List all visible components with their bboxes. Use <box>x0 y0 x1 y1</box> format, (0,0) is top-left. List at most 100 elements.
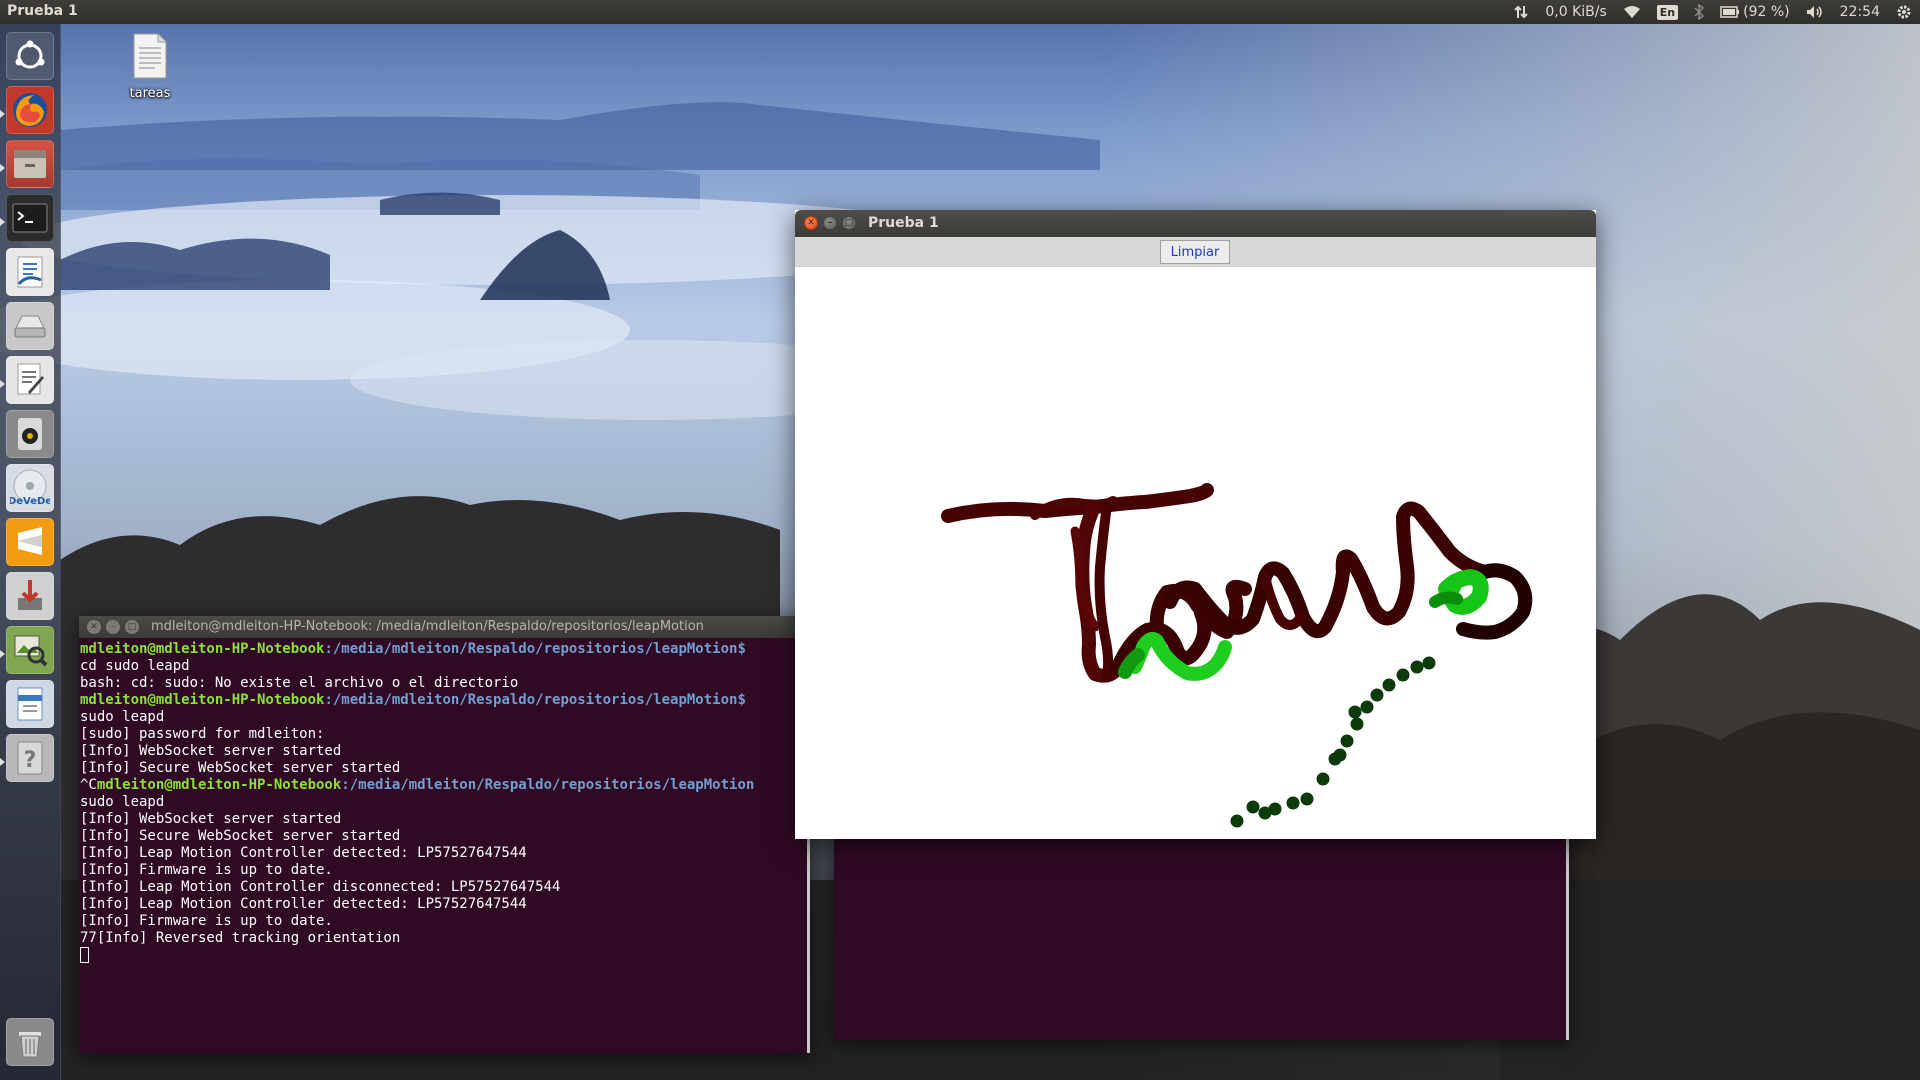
trail-dot <box>1230 814 1244 828</box>
terminal-icon[interactable] <box>6 194 54 242</box>
running-indicator <box>0 110 5 118</box>
terminal-line: [Info] Firmware is up to date. <box>80 913 333 929</box>
trail-dot <box>1382 678 1396 692</box>
dark-stroke-group <box>941 483 1533 683</box>
indicator-area: 0,0 KiB/s En (92 %) 22:54 <box>1513 0 1920 24</box>
terminal-line: [Info] Leap Motion Controller detected: … <box>80 896 527 912</box>
trail-dot <box>1370 688 1384 702</box>
drawing-strokes <box>941 483 1533 828</box>
terminal-line: [Info] Leap Motion Controller disconnect… <box>80 879 561 895</box>
installer-icon[interactable] <box>6 572 54 620</box>
prueba-window[interactable]: ✕ – □ Prueba 1 Limpiar <box>795 210 1596 839</box>
network-speed-indicator[interactable]: 0,0 KiB/s <box>1545 4 1606 20</box>
terminal-line: mdleiton@mdleiton-HP-Notebook:/media/mdl… <box>80 641 809 658</box>
devede-icon[interactable]: DeVeDe <box>6 464 54 512</box>
sublime-text-icon[interactable] <box>6 518 54 566</box>
background-terminal-window[interactable] <box>834 838 1569 1040</box>
trail-dot <box>1268 802 1282 816</box>
wifi-icon[interactable] <box>1623 5 1641 19</box>
battery-indicator[interactable]: (92 %) <box>1720 4 1790 20</box>
terminal-prompt-user: mdleiton@mdleiton-HP-Notebook <box>80 692 325 708</box>
terminal-line: ^Cmdleiton@mdleiton-HP-Notebook:/media/m… <box>80 777 809 794</box>
svg-text:?: ? <box>24 748 37 773</box>
battery-percent: (92 %) <box>1743 4 1790 20</box>
terminal-line: [Info] Secure WebSocket server started <box>80 760 401 776</box>
terminal-prompt-path: :/media/mdleiton/Respaldo/repositorios/l… <box>324 692 746 708</box>
dash-home-icon[interactable] <box>6 32 54 80</box>
network-transfer-icon[interactable] <box>1513 4 1529 20</box>
drawing-canvas[interactable] <box>795 267 1596 839</box>
dark-stroke <box>1094 500 1114 682</box>
trail-dot <box>1360 700 1374 714</box>
desktop-file-tareas[interactable]: tareas <box>120 32 180 101</box>
terminal-window[interactable]: ✕ – □ mdleiton@mdleiton-HP-Notebook: /me… <box>79 616 810 1053</box>
gear-icon[interactable] <box>1896 4 1912 20</box>
terminal-line: bash: cd: sudo: No existe el archivo o e… <box>80 675 519 691</box>
trail-dot <box>1422 656 1436 670</box>
trail-dot <box>1350 717 1364 731</box>
clear-button[interactable]: Limpiar <box>1160 240 1230 264</box>
firefox-icon[interactable] <box>6 86 54 134</box>
terminal-line: [Info] WebSocket server started <box>80 743 342 759</box>
terminal-line: sudo leapd <box>80 709 165 725</box>
text-editor-icon[interactable] <box>6 248 54 296</box>
help-icon[interactable]: ? <box>6 734 54 782</box>
trail-dot <box>1340 734 1354 748</box>
minimize-button[interactable]: – <box>106 620 120 634</box>
running-indicator <box>0 164 5 172</box>
running-indicator <box>0 650 5 658</box>
keyboard-layout-label: En <box>1656 4 1679 20</box>
terminal-line: [Info] WebSocket server started <box>80 811 342 827</box>
trail-dot <box>1286 796 1300 810</box>
document-viewer-icon[interactable] <box>6 680 54 728</box>
terminal-prompt-user: mdleiton@mdleiton-HP-Notebook <box>96 777 342 793</box>
close-button[interactable]: ✕ <box>87 620 101 634</box>
terminal-line: [sudo] password for mdleiton: <box>80 726 325 742</box>
prueba-titlebar[interactable]: ✕ – □ Prueba 1 <box>795 210 1596 237</box>
maximize-button[interactable]: □ <box>842 216 856 230</box>
minimize-button[interactable]: – <box>823 216 837 230</box>
volume-icon[interactable] <box>1806 5 1824 19</box>
trail-dot <box>1333 748 1347 762</box>
terminal-line: cd sudo leapd <box>80 658 190 674</box>
battery-icon <box>1720 6 1740 18</box>
trail-dot <box>1300 792 1314 806</box>
clock[interactable]: 22:54 <box>1840 4 1880 20</box>
drive-icon[interactable] <box>6 302 54 350</box>
active-app-title: Prueba 1 <box>7 3 78 19</box>
trail-dot <box>1410 660 1424 674</box>
dot-trail-group <box>1230 656 1436 828</box>
top-panel: Prueba 1 0,0 KiB/s En (92 %) 22:54 <box>0 0 1920 24</box>
maximize-button[interactable]: □ <box>125 620 139 634</box>
trail-dot <box>1396 668 1410 682</box>
terminal-cursor <box>80 947 89 963</box>
terminal-line: 77[Info] Reversed tracking orientation <box>80 930 401 946</box>
terminal-prompt-path: :/media/mdleiton/Respaldo/repositorios/l… <box>341 777 755 793</box>
devede-label: DeVeDe <box>10 496 50 507</box>
trash-icon[interactable] <box>6 1018 54 1066</box>
running-indicator <box>0 380 5 388</box>
terminal-line: sudo leapd <box>80 794 165 810</box>
trail-dot <box>1316 772 1330 786</box>
running-indicator <box>0 218 5 226</box>
launcher: DeVeDe ? <box>0 24 61 1080</box>
terminal-titlebar[interactable]: ✕ – □ mdleiton@mdleiton-HP-Notebook: /me… <box>79 616 810 638</box>
terminal-prompt-user: mdleiton@mdleiton-HP-Notebook <box>80 641 325 657</box>
terminal-line: [Info] Secure WebSocket server started <box>80 828 401 844</box>
close-button[interactable]: ✕ <box>804 216 818 230</box>
terminal-line: [Info] Firmware is up to date. <box>80 862 333 878</box>
green-stroke <box>1429 591 1463 608</box>
terminal-prompt-path: :/media/mdleiton/Respaldo/repositorios/l… <box>324 641 746 657</box>
terminal-cursor-line <box>80 947 809 965</box>
terminal-output[interactable]: mdleiton@mdleiton-HP-Notebook:/media/mdl… <box>79 638 810 1053</box>
bluetooth-icon[interactable] <box>1694 4 1705 20</box>
speaker-app-icon[interactable] <box>6 410 54 458</box>
running-indicator <box>0 758 5 766</box>
trail-dot <box>1348 705 1362 719</box>
keyboard-layout-indicator[interactable]: En <box>1656 4 1679 20</box>
text-file-icon <box>133 33 167 79</box>
image-viewer-icon[interactable] <box>6 626 54 674</box>
terminal-line: [Info] Leap Motion Controller detected: … <box>80 845 527 861</box>
file-manager-icon[interactable] <box>6 140 54 188</box>
writer-icon[interactable] <box>6 356 54 404</box>
